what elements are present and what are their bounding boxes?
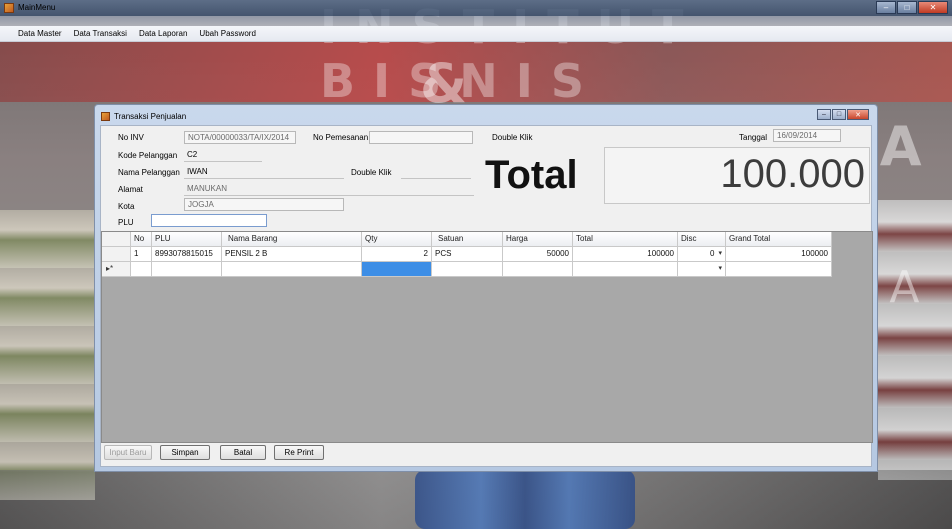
cell-qty[interactable]: 2	[362, 247, 432, 262]
new-table-row[interactable]: ▸* ▾	[102, 262, 832, 277]
kode-pelanggan-label: Kode Pelanggan	[118, 151, 178, 160]
menu-data-laporan[interactable]: Data Laporan	[139, 29, 187, 38]
col-total[interactable]: Total	[573, 232, 678, 247]
chevron-down-icon[interactable]: ▾	[718, 262, 722, 276]
new-cell-harga[interactable]	[503, 262, 573, 277]
col-qty[interactable]: Qty	[362, 232, 432, 247]
chevron-down-icon[interactable]: ▾	[718, 247, 722, 261]
reprint-button[interactable]: Re Print	[274, 445, 324, 460]
new-row-indicator: ▸*	[102, 262, 131, 277]
main-frame	[0, 16, 952, 26]
input-baru-button[interactable]: Input Baru	[104, 445, 152, 460]
no-pemesanan-field[interactable]	[369, 131, 473, 144]
menu-data-transaksi[interactable]: Data Transaksi	[74, 29, 127, 38]
new-cell-plu[interactable]	[152, 262, 222, 277]
no-inv-field[interactable]: NOTA/00000033/TA/IX/2014	[184, 131, 296, 144]
nama-pelanggan-field[interactable]: IWAN	[184, 166, 344, 179]
row-header[interactable]	[102, 247, 131, 262]
new-cell-total[interactable]	[573, 262, 678, 277]
double-klik-hint: Double Klik	[492, 133, 533, 142]
total-value: 100.000	[720, 152, 865, 196]
app-icon	[4, 3, 14, 13]
cell-total[interactable]: 100000	[573, 247, 678, 262]
new-cell-grand-total[interactable]	[726, 262, 832, 277]
background-bottles	[415, 470, 635, 529]
total-display: 100.000	[604, 147, 870, 204]
grid-header: No PLU Nama Barang Qty Satuan Harga Tota…	[102, 232, 832, 247]
tanggal-label: Tanggal	[739, 133, 768, 142]
nama-pelanggan-extra-field	[401, 166, 471, 179]
total-label: Total	[485, 153, 578, 197]
kota-field[interactable]: JOGJA	[184, 198, 344, 211]
new-cell-nama-barang[interactable]	[222, 262, 362, 277]
close-icon[interactable]: ✕	[918, 1, 948, 14]
minimize-icon[interactable]: –	[817, 109, 831, 120]
tanggal-field[interactable]: 16/09/2014	[773, 129, 841, 142]
minimize-icon[interactable]: –	[876, 1, 896, 14]
table-row[interactable]: 1 8993078815015 PENSIL 2 B 2 PCS 50000 1…	[102, 247, 832, 262]
plu-label: PLU	[118, 218, 134, 227]
new-cell-no[interactable]	[131, 262, 152, 277]
col-no[interactable]: No	[131, 232, 152, 247]
cell-nama-barang[interactable]: PENSIL 2 B	[222, 247, 362, 262]
col-disc[interactable]: Disc	[678, 232, 726, 247]
no-inv-label: No INV	[118, 133, 144, 142]
batal-button[interactable]: Batal	[220, 445, 266, 460]
main-window-controls: – □ ✕	[875, 1, 948, 14]
menu-ubah-password[interactable]: Ubah Password	[199, 29, 255, 38]
sales-grid[interactable]: No PLU Nama Barang Qty Satuan Harga Tota…	[101, 231, 873, 443]
cell-disc-combo[interactable]: 0 ▾	[678, 247, 726, 262]
window-icon	[101, 111, 110, 121]
cell-grand-total[interactable]: 100000	[726, 247, 832, 262]
col-nama-barang[interactable]: Nama Barang	[222, 232, 362, 247]
col-grand-total[interactable]: Grand Total	[726, 232, 832, 247]
no-pemesanan-label: No Pemesanan	[313, 133, 369, 142]
background-shelf-right	[878, 200, 952, 480]
maximize-icon[interactable]: □	[897, 1, 917, 14]
transaksi-penjualan-window: Transaksi Penjualan – □ ✕ No INV NOTA/00…	[94, 104, 878, 472]
row-header-corner	[102, 232, 131, 247]
cell-plu[interactable]: 8993078815015	[152, 247, 222, 262]
kota-label: Kota	[118, 202, 135, 211]
alamat-field[interactable]: MANUKAN	[184, 183, 474, 196]
double-klik-pelanggan-hint: Double Klik	[351, 168, 392, 177]
background-shelf-left	[0, 210, 95, 500]
alamat-label: Alamat	[118, 185, 143, 194]
form-client-area: No INV NOTA/00000033/TA/IX/2014 No Pemes…	[100, 125, 873, 467]
simpan-button[interactable]: Simpan	[160, 445, 210, 460]
new-cell-qty-selected[interactable]	[362, 262, 432, 277]
cell-disc-value: 0	[710, 249, 715, 258]
cell-satuan[interactable]: PCS	[432, 247, 503, 262]
child-titlebar[interactable]: Transaksi Penjualan	[101, 108, 186, 124]
col-satuan[interactable]: Satuan	[432, 232, 503, 247]
close-icon[interactable]: ✕	[847, 109, 869, 120]
cell-harga[interactable]: 50000	[503, 247, 573, 262]
kode-pelanggan-field[interactable]: C2	[184, 149, 262, 162]
child-window-title: Transaksi Penjualan	[114, 111, 187, 121]
new-cell-satuan[interactable]	[432, 262, 503, 277]
main-menubar: Data Master Data Transaksi Data Laporan …	[0, 26, 952, 42]
nama-pelanggan-label: Nama Pelanggan	[118, 168, 180, 177]
maximize-icon[interactable]: □	[832, 109, 846, 120]
col-harga[interactable]: Harga	[503, 232, 573, 247]
child-window-controls: – □ ✕	[816, 109, 869, 120]
cell-no[interactable]: 1	[131, 247, 152, 262]
col-plu[interactable]: PLU	[152, 232, 222, 247]
menu-data-master[interactable]: Data Master	[18, 29, 62, 38]
new-cell-disc-combo[interactable]: ▾	[678, 262, 726, 277]
plu-input[interactable]	[151, 214, 267, 227]
main-window-title: MainMenu	[18, 3, 56, 12]
main-titlebar[interactable]: MainMenu – □ ✕	[0, 0, 952, 16]
